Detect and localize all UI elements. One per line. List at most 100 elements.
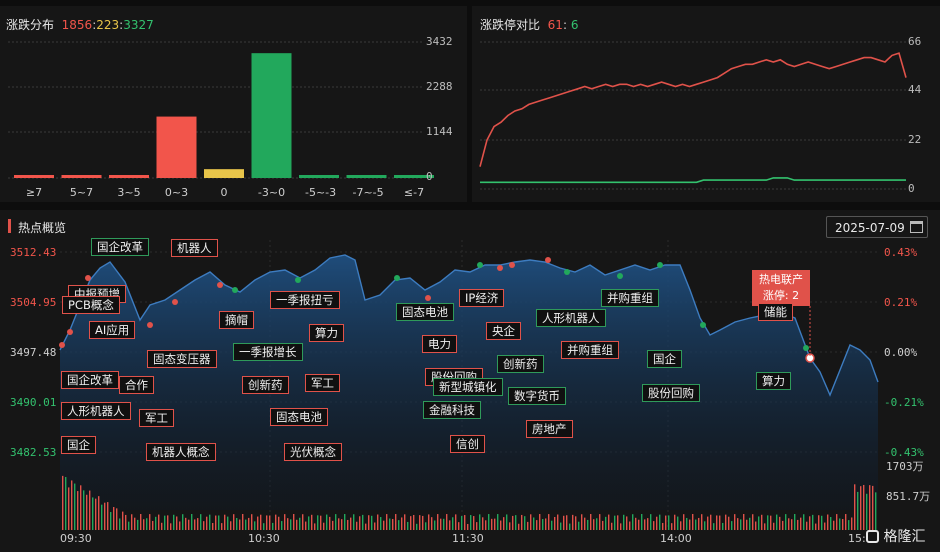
event-dot [657,262,663,268]
volume-bar [446,514,448,530]
concept-tag[interactable]: 机器人概念 [146,443,216,461]
volume-bar [701,514,703,530]
concept-tag[interactable]: IP经济 [459,289,505,307]
concept-tag[interactable]: 人形机器人 [61,402,131,420]
volume-bar [719,515,721,530]
volume-bar [110,512,112,530]
volume-bar [365,523,367,530]
volume-bar [104,502,106,530]
x-category-label: ≤-7 [403,186,425,199]
concept-tag[interactable]: 创新药 [497,355,544,373]
volume-bar [647,518,649,530]
concept-tag[interactable]: 军工 [305,374,340,392]
concept-tag[interactable]: 股份回购 [642,384,700,402]
volume-bar [455,514,457,530]
x-category-label: -3~0 [257,186,286,199]
volume-bar [602,520,604,530]
volume-bar [698,517,700,530]
concept-tag[interactable]: 合作 [119,376,154,394]
limit-compare-chart [479,41,907,190]
concept-tag[interactable]: 信创 [450,435,485,453]
concept-tag[interactable]: 固态变压器 [147,350,217,368]
concept-tag[interactable]: 一季报增长 [233,343,303,361]
volume-bar [293,514,295,530]
concept-tag[interactable]: 算力 [756,372,791,390]
concept-tag[interactable]: 国企改革 [91,238,149,256]
volume-bar [665,515,667,530]
concept-tag[interactable]: 算力 [309,324,344,342]
concept-tag[interactable]: 央企 [486,322,521,340]
volume-bar [614,515,616,530]
concept-tag[interactable]: 机器人 [171,239,218,257]
volume-bar [284,514,286,530]
volume-bar [629,521,631,530]
volume-bar [347,519,349,530]
volume-bar [731,521,733,530]
volume-bar [305,521,307,530]
volume-bar [122,511,124,530]
volume-bar [296,519,298,530]
concept-tag[interactable]: 储能 [758,303,793,321]
volume-bar [626,516,628,530]
concept-tag[interactable]: 创新药 [242,376,289,394]
event-dot [85,275,91,281]
time-label: 10:30 [248,532,280,545]
concept-tag[interactable]: 电力 [422,335,457,353]
volume-bar [158,514,160,530]
concept-tag[interactable]: 固态电池 [396,303,454,321]
bar [299,175,339,178]
volume-bar [194,519,196,530]
volume-bar [569,523,571,530]
hot-sector-tooltip: 热电联产 涨停: 2 [752,270,810,306]
volume-bar [644,519,646,530]
volume-bar [116,508,118,530]
volume-bar [377,514,379,530]
volume-bar [593,519,595,530]
concept-tag[interactable]: 一季报扭亏 [270,291,340,309]
volume-bar [872,485,874,530]
volume-bar [488,514,490,530]
volume-bar [476,522,478,530]
concept-tag[interactable]: PCB概念 [62,296,120,314]
volume-max-label: 1703万 [886,460,924,473]
volume-bar [218,515,220,530]
volume-bar [266,515,268,530]
concept-tag[interactable]: 并购重组 [561,341,619,359]
volume-bar [659,514,661,530]
concept-tag[interactable]: 国企 [61,436,96,454]
y-tick: 2288 [426,80,453,93]
volume-bar [368,515,370,530]
volume-bar [515,515,517,530]
concept-tag[interactable]: 人形机器人 [536,309,606,327]
volume-bar [134,517,136,530]
event-dot [564,269,570,275]
volume-bar [536,520,538,530]
concept-tag[interactable]: 国企改革 [61,371,119,389]
concept-tag[interactable]: 国企 [647,350,682,368]
concept-tag[interactable]: 金融科技 [423,401,481,419]
concept-tag[interactable]: 新型城镇化 [433,378,503,396]
volume-bar [140,514,142,530]
volume-bar [98,496,100,530]
volume-bar [86,494,88,530]
concept-tag[interactable]: 光伏概念 [284,443,342,461]
volume-bar [773,522,775,530]
concept-tag[interactable]: 并购重组 [601,289,659,307]
volume-bar [863,484,865,530]
volume-bar [758,516,760,530]
concept-tag[interactable]: 军工 [139,409,174,427]
volume-bar [620,523,622,530]
concept-tag[interactable]: 数字货币 [508,387,566,405]
volume-bar [236,517,238,530]
concept-tag[interactable]: 摘帽 [219,311,254,329]
volume-bar [710,514,712,530]
volume-bar [617,515,619,530]
volume-bar [152,520,154,530]
volume-bar [257,516,259,530]
concept-tag[interactable]: AI应用 [89,321,136,339]
concept-tag[interactable]: 固态电池 [270,408,328,426]
volume-bar [248,517,250,530]
volume-bar [191,514,193,530]
volume-bar [320,515,322,530]
concept-tag[interactable]: 房地产 [526,420,573,438]
